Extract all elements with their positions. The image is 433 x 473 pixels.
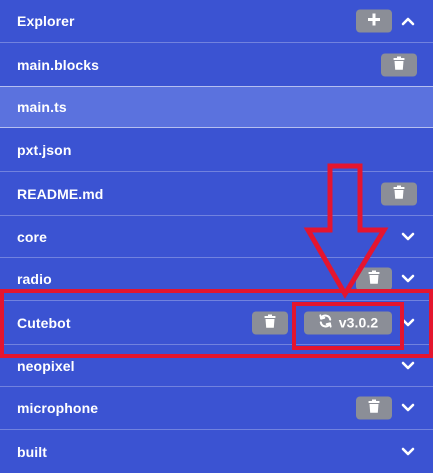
chevron-down-icon[interactable]	[400, 229, 416, 245]
trash-icon	[393, 56, 405, 73]
package-item-microphone[interactable]: microphone	[0, 387, 433, 430]
trash-icon	[393, 185, 405, 202]
chevron-down-icon[interactable]	[400, 400, 416, 416]
delete-button[interactable]	[381, 53, 417, 76]
update-version-button[interactable]: v3.0.2	[304, 311, 392, 334]
file-item-pxt-json[interactable]: pxt.json	[0, 128, 433, 172]
delete-button[interactable]	[356, 267, 392, 291]
package-label: microphone	[17, 400, 99, 416]
file-item-readme[interactable]: README.md	[0, 172, 433, 216]
package-label: radio	[17, 271, 52, 287]
trash-icon	[368, 270, 380, 288]
explorer-title: Explorer	[17, 13, 75, 29]
file-label: main.ts	[17, 99, 67, 115]
version-label: v3.0.2	[338, 314, 379, 331]
package-item-built[interactable]: built	[0, 430, 433, 473]
chevron-down-icon[interactable]	[400, 315, 416, 331]
explorer-header[interactable]: Explorer	[0, 0, 433, 43]
package-item-cutebot[interactable]: Cutebot v3.0.2	[0, 301, 433, 345]
file-label: pxt.json	[17, 141, 72, 158]
file-item-main-ts[interactable]: main.ts	[0, 86, 433, 128]
file-explorer: Explorer main.blocks main.ts pxt.json RE…	[0, 0, 433, 473]
package-label: built	[17, 443, 48, 460]
trash-icon	[264, 314, 276, 331]
trash-icon	[368, 399, 380, 417]
file-label: README.md	[17, 185, 104, 202]
package-item-core[interactable]: core	[0, 216, 433, 258]
chevron-up-icon[interactable]	[400, 13, 416, 29]
package-label: core	[17, 228, 47, 245]
delete-button[interactable]	[356, 396, 392, 420]
add-file-button[interactable]	[356, 9, 392, 33]
package-label: Cutebot	[17, 314, 71, 331]
chevron-down-icon[interactable]	[400, 271, 416, 287]
delete-button[interactable]	[252, 311, 288, 334]
package-item-neopixel[interactable]: neopixel	[0, 345, 433, 387]
chevron-down-icon[interactable]	[400, 444, 416, 460]
chevron-down-icon[interactable]	[400, 358, 416, 374]
file-label: main.blocks	[17, 56, 100, 73]
refresh-icon	[318, 314, 333, 332]
plus-icon	[367, 13, 381, 30]
file-item-main-blocks[interactable]: main.blocks	[0, 43, 433, 87]
delete-button[interactable]	[381, 182, 417, 205]
package-item-radio[interactable]: radio	[0, 258, 433, 301]
package-label: neopixel	[17, 357, 75, 374]
